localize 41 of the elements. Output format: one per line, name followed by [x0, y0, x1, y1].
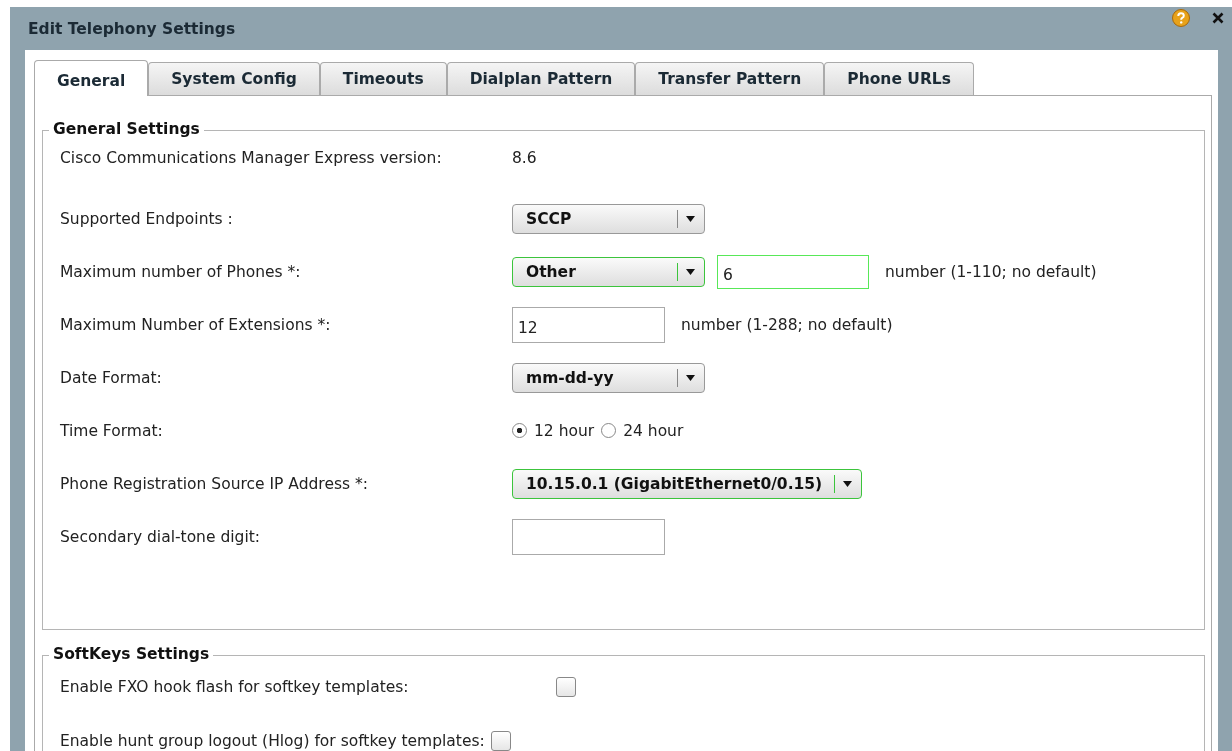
dialog-title: Edit Telephony Settings [28, 19, 236, 38]
tab[interactable]: System Config [148, 62, 320, 95]
dropdown[interactable]: 10.15.0.1 (GigabitEthernet0/0.15) [512, 468, 863, 499]
caret-icon [686, 374, 695, 381]
close-icon[interactable] [1212, 12, 1224, 24]
field-label: Date Format: [60, 368, 163, 387]
input-field[interactable] [512, 518, 665, 555]
checkbox[interactable] [556, 677, 576, 697]
field-value: 8.6 [512, 149, 537, 167]
dropdown[interactable]: mm-dd-yy [512, 362, 705, 393]
input-field[interactable]: 12 [512, 306, 665, 343]
radio-button[interactable] [601, 423, 617, 438]
group-title: SoftKeys Settings [49, 645, 214, 663]
tab[interactable]: Dialplan Pattern [446, 62, 636, 95]
field-label: Enable hunt group logout (Hlog) for softkey templates: [60, 732, 485, 750]
field-label: Cisco Communications Manager Express version: [60, 149, 443, 167]
tab[interactable]: Phone URLs [824, 62, 974, 95]
help-icon[interactable] [1172, 9, 1190, 27]
radio-button[interactable] [512, 423, 527, 438]
tab[interactable]: Timeouts [319, 62, 447, 95]
hint-text: number (1-288; no default) [681, 315, 893, 334]
caret-icon [843, 480, 853, 487]
field-label: Maximum number of Phones *: [60, 262, 302, 281]
tab[interactable]: Transfer Pattern [635, 62, 825, 95]
caret-icon [686, 215, 695, 222]
radio-label: 12 hour [534, 421, 595, 440]
group-title: General Settings [49, 120, 204, 138]
dropdown[interactable]: SCCP [512, 203, 705, 234]
field-label: Enable FXO hook flash for softkey templates: [60, 678, 410, 696]
field-label: Secondary dial-tone digit: [60, 527, 261, 546]
field-label: Supported Endpoints : [60, 209, 234, 228]
radio-label: 24 hour [623, 421, 684, 440]
tab[interactable]: General [34, 60, 149, 96]
field-label: Maximum Number of Extensions *: [60, 315, 332, 334]
dropdown[interactable]: Other [512, 256, 705, 287]
field-label: Phone Registration Source IP Address *: [60, 474, 369, 493]
field-label: Time Format: [60, 421, 164, 440]
caret-icon [686, 268, 695, 275]
input-field[interactable]: 6 [717, 254, 869, 289]
checkbox[interactable] [490, 731, 511, 751]
hint-text: number (1-110; no default) [885, 262, 1097, 281]
